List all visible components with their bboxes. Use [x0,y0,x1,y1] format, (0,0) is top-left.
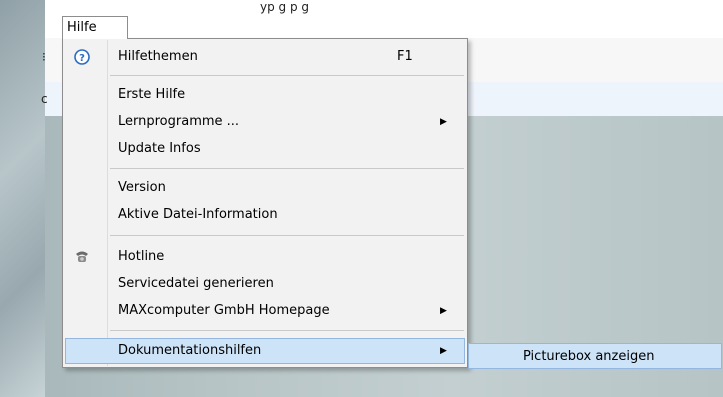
menu-item-version[interactable]: Version [65,175,465,201]
menu-item-generate-service-file[interactable]: Servicedatei generieren [65,271,465,297]
menu-separator [110,168,464,169]
cut-off-label: c [41,92,48,106]
menu-item-hotline[interactable]: Hotline [65,244,465,270]
menu-item-active-file-info[interactable]: Aktive Datei-Information [65,202,465,228]
menu-item-label: Erste Hilfe [118,87,186,102]
telephone-icon [73,248,91,266]
toolbar-grip: ⁝ [42,50,46,64]
submenu-arrow-icon: ▶ [440,346,447,356]
menu-separator [110,75,464,76]
help-circle-icon: ? [73,48,91,66]
menu-item-update-info[interactable]: Update Infos [65,136,465,162]
menu-item-first-aid[interactable]: Erste Hilfe [65,82,465,108]
menu-separator [110,235,464,236]
menu-item-label: Hilfethemen [118,49,198,64]
menu-item-label: Servicedatei generieren [118,276,274,291]
menu-item-label: Hotline [118,249,165,264]
documentation-submenu: Picturebox anzeigen [468,343,722,369]
menu-item-label: Lernprogramme ... [118,114,240,129]
menu-item-label: Aktive Datei-Information [118,207,278,222]
menu-item-shortcut: F1 [397,49,413,64]
menu-separator [110,330,464,331]
menu-item-tutorials[interactable]: Lernprogramme ... ▶ [65,109,465,135]
desktop-background [0,0,45,397]
menu-help[interactable]: Hilfe [62,16,128,39]
menu-item-help-topics[interactable]: ? Hilfethemen F1 [65,44,465,70]
menu-item-label: MAXcomputer GmbH Homepage [118,303,330,318]
svg-text:?: ? [79,53,85,64]
menu-item-label: Version [118,180,166,195]
menu-item-documentation-help[interactable]: Dokumentationshilfen ▶ [65,338,465,364]
menu-item-label: Update Infos [118,141,201,156]
window-top-text: yp g p g [260,0,310,14]
menu-item-label: Dokumentationshilfen [118,343,262,358]
submenu-arrow-icon: ▶ [440,117,447,127]
submenu-arrow-icon: ▶ [440,306,447,316]
submenu-item-show-picturebox[interactable]: Picturebox anzeigen [469,344,721,368]
help-dropdown-menu: ? Hilfethemen F1 Erste Hilfe Lernprogram… [62,38,468,368]
submenu-item-label: Picturebox anzeigen [523,349,655,364]
menu-item-homepage[interactable]: MAXcomputer GmbH Homepage ▶ [65,298,465,324]
